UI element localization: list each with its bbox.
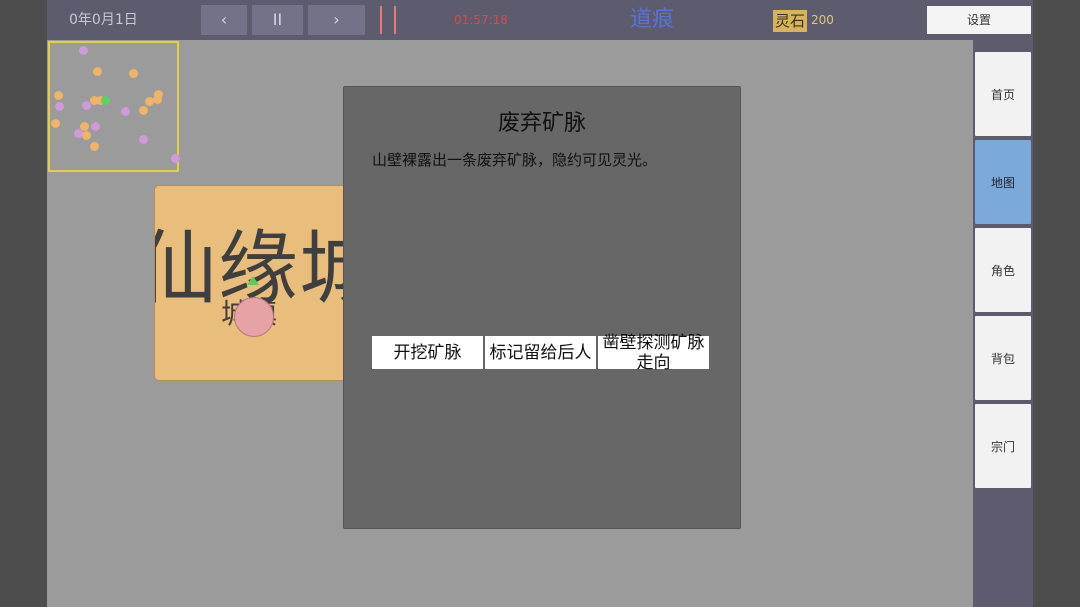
- minimap-dot: [121, 107, 130, 116]
- spirit-stone-icon: 灵石: [773, 10, 808, 32]
- minimap-dot: [54, 91, 63, 100]
- game-title: 道痕: [630, 7, 675, 32]
- minimap-dot: [91, 122, 100, 131]
- option-dig-vein-button[interactable]: 开挖矿脉: [372, 336, 483, 369]
- minimap-dot: [93, 67, 102, 76]
- player-avatar[interactable]: [234, 297, 274, 337]
- option-mark-for-others-button[interactable]: 标记留给后人: [485, 336, 596, 369]
- top-bar: 0年0月1日 ‹ II › 01:57:18 道痕 灵石 200 设置: [47, 0, 1033, 40]
- player-marker-icon: [247, 276, 259, 285]
- minimap-dot: [51, 119, 60, 128]
- minimap-dot: [82, 131, 91, 140]
- dialog-description: 山壁裸露出一条废弃矿脉，隐约可见灵光。: [372, 151, 658, 169]
- option-probe-vein-button[interactable]: 凿壁探测矿脉走向: [598, 333, 709, 373]
- speed-indicator-bar: [380, 6, 382, 34]
- minimap-dot: [55, 102, 64, 111]
- speed-indicator-bar: [394, 6, 396, 34]
- pause-button[interactable]: II: [252, 5, 303, 35]
- minimap-dot: [90, 142, 99, 151]
- event-dialog: 废弃矿脉 山壁裸露出一条废弃矿脉，隐约可见灵光。 开挖矿脉 标记留给后人 凿壁探…: [343, 86, 741, 529]
- spirit-stone-count: 200: [811, 13, 834, 27]
- minimap-dot: [80, 122, 89, 131]
- game-clock: 01:57:18: [454, 13, 508, 27]
- minimap-dot: [171, 154, 180, 163]
- minimap-dot: [129, 69, 138, 78]
- minimap[interactable]: [48, 41, 180, 172]
- left-gutter: [0, 0, 47, 607]
- minimap-dot: [139, 106, 148, 115]
- tab-home[interactable]: 首页: [975, 52, 1031, 136]
- minimap-dot: [139, 135, 148, 144]
- speed-up-button[interactable]: ›: [308, 5, 365, 35]
- settings-button[interactable]: 设置: [927, 6, 1031, 34]
- tab-inventory[interactable]: 背包: [975, 316, 1031, 400]
- game-date: 0年0月1日: [69, 12, 138, 28]
- tab-character[interactable]: 角色: [975, 228, 1031, 312]
- right-nav-panel: 首页 地图 角色 背包 宗门: [973, 40, 1033, 607]
- minimap-dot: [154, 90, 163, 99]
- minimap-dot: [79, 46, 88, 55]
- minimap-player-dot: [101, 96, 110, 105]
- speed-down-button[interactable]: ‹: [201, 5, 247, 35]
- tab-map[interactable]: 地图: [975, 140, 1031, 224]
- dialog-title: 废弃矿脉: [497, 111, 586, 136]
- right-gutter: [1033, 0, 1080, 607]
- tab-sect[interactable]: 宗门: [975, 404, 1031, 488]
